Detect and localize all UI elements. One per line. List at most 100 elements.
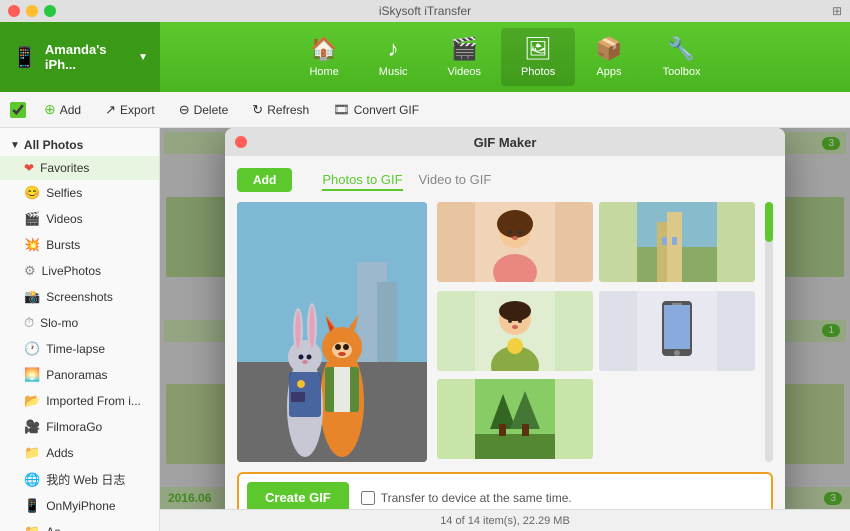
sidebar-item-filmorago[interactable]: 🎥 FilmoraGo xyxy=(0,414,159,440)
title-bar: iSkysoft iTransfer ⊞ xyxy=(0,0,850,22)
nav-music[interactable]: ♪ Music xyxy=(359,28,428,86)
nav-apps-label: Apps xyxy=(596,66,621,78)
filmorago-icon: 🎥 xyxy=(24,419,40,435)
traffic-lights xyxy=(8,5,56,17)
photo-thumb-1[interactable] xyxy=(437,202,593,282)
refresh-icon: ↻ xyxy=(252,102,263,118)
modal-add-button[interactable]: Add xyxy=(237,168,292,192)
content-area: 3 1 xyxy=(160,128,850,531)
modal-body: Add Photos to GIF Video to GIF xyxy=(225,156,785,531)
videos-icon: 🎬 xyxy=(451,36,478,62)
sidebar-item-selfies[interactable]: 😊 Selfies xyxy=(0,180,159,206)
nav-videos-label: Videos xyxy=(448,66,481,78)
screenshots-icon: 📸 xyxy=(24,289,40,305)
scrollbar-thumb xyxy=(765,202,773,242)
sidebar-item-bursts[interactable]: 💥 Bursts xyxy=(0,232,159,258)
nav-items: 🏠 Home ♪ Music 🎬 Videos 🖼 Photos 📦 Apps … xyxy=(160,28,850,86)
web-icon: 🌐 xyxy=(24,472,40,488)
photo-thumbs-grid xyxy=(437,202,755,462)
nav-videos[interactable]: 🎬 Videos xyxy=(428,28,501,86)
sidebar-item-livephotos[interactable]: ⚙ LivePhotos xyxy=(0,258,159,284)
delete-button[interactable]: ⊖ Delete xyxy=(169,99,239,121)
device-name: Amanda's iPh... xyxy=(45,42,130,72)
imported-icon: 📂 xyxy=(24,393,40,409)
sidebar-item-timelapse[interactable]: 🕐 Time-lapse xyxy=(0,336,159,362)
timelapse-icon: 🕐 xyxy=(24,341,40,357)
maximize-button[interactable] xyxy=(44,5,56,17)
toolbox-icon: 🔧 xyxy=(668,36,695,62)
nav-toolbox-label: Toolbox xyxy=(663,66,701,78)
modal-scrollbar[interactable] xyxy=(765,202,773,462)
sidebar: ▼ All Photos ❤ Favorites 😊 Selfies 🎬 Vid… xyxy=(0,128,160,531)
window-icon: ⊞ xyxy=(832,4,842,18)
transfer-checkbox[interactable] xyxy=(361,491,375,505)
add-button[interactable]: ⊕ Add xyxy=(34,98,91,121)
sidebar-item-imported[interactable]: 📂 Imported From i... xyxy=(0,388,159,414)
sidebar-item-slomo[interactable]: ⏱ Slo-mo xyxy=(0,310,159,336)
home-icon: 🏠 xyxy=(310,36,337,62)
heart-icon: ❤ xyxy=(24,161,34,175)
nav-photos[interactable]: 🖼 Photos xyxy=(501,28,575,86)
sidebar-item-adds[interactable]: 📁 Adds xyxy=(0,440,159,466)
status-bar: 14 of 14 item(s), 22.29 MB xyxy=(160,509,850,531)
modal-overlay: GIF Maker Add Photos to GIF Video to GIF xyxy=(160,128,850,531)
sidebar-item-screenshots[interactable]: 📸 Screenshots xyxy=(0,284,159,310)
nav-toolbox[interactable]: 🔧 Toolbox xyxy=(643,28,721,86)
onmyiphone-icon: 📱 xyxy=(24,498,40,514)
selfies-icon: 😊 xyxy=(24,185,40,201)
sidebar-item-web[interactable]: 🌐 我的 Web 日志 xyxy=(0,466,159,493)
device-chevron-icon: ▼ xyxy=(138,52,148,63)
sidebar-item-videos[interactable]: 🎬 Videos xyxy=(0,206,159,232)
photo-thumb-2[interactable] xyxy=(599,202,755,282)
slomo-icon: ⏱ xyxy=(24,315,34,331)
nav-home-label: Home xyxy=(309,66,338,78)
photo-thumb-3[interactable] xyxy=(437,291,593,371)
tab-video-to-gif[interactable]: Video to GIF xyxy=(419,170,492,191)
livephotos-icon: ⚙ xyxy=(24,263,36,279)
photo-thumb-5[interactable] xyxy=(437,379,593,459)
add-icon: ⊕ xyxy=(44,101,56,118)
all-photos-label: All Photos xyxy=(24,138,83,152)
sidebar-item-favorites[interactable]: ❤ Favorites xyxy=(0,156,159,180)
gif-icon: 🎞 xyxy=(333,102,350,118)
nav-photos-label: Photos xyxy=(521,66,555,78)
sidebar-item-panoramas[interactable]: 🌅 Panoramas xyxy=(0,362,159,388)
aa-icon: 📁 xyxy=(24,524,40,531)
close-button[interactable] xyxy=(8,5,20,17)
photo-thumb-4[interactable] xyxy=(599,291,755,371)
tab-photos-to-gif[interactable]: Photos to GIF xyxy=(322,170,402,191)
apps-icon: 📦 xyxy=(595,36,622,62)
select-all-checkbox[interactable] xyxy=(10,102,26,118)
device-icon: 📱 xyxy=(12,45,37,70)
adds-icon: 📁 xyxy=(24,445,40,461)
bursts-icon: 💥 xyxy=(24,237,40,253)
top-nav: 📱 Amanda's iPh... ▼ 🏠 Home ♪ Music 🎬 Vid… xyxy=(0,22,850,92)
toolbar: ⊕ Add ↗ Export ⊖ Delete ↻ Refresh 🎞 Conv… xyxy=(0,92,850,128)
all-photos-header[interactable]: ▼ All Photos xyxy=(0,134,159,156)
sidebar-item-onmyiphone[interactable]: 📱 OnMyiPhone xyxy=(0,493,159,519)
modal-close-button[interactable] xyxy=(235,136,247,148)
device-section[interactable]: 📱 Amanda's iPh... ▼ xyxy=(0,22,160,92)
export-icon: ↗ xyxy=(105,102,116,118)
modal-titlebar: GIF Maker xyxy=(225,128,785,156)
nav-apps[interactable]: 📦 Apps xyxy=(575,28,642,86)
modal-tabs: Photos to GIF Video to GIF xyxy=(322,170,491,191)
refresh-button[interactable]: ↻ Refresh xyxy=(242,99,319,121)
transfer-label: Transfer to device at the same time. xyxy=(381,491,572,505)
convert-gif-button[interactable]: 🎞 Convert GIF xyxy=(323,99,429,121)
gif-maker-modal: GIF Maker Add Photos to GIF Video to GIF xyxy=(225,128,785,531)
photos-icon: 🖼 xyxy=(524,36,552,62)
minimize-button[interactable] xyxy=(26,5,38,17)
modal-toolbar: Add Photos to GIF Video to GIF xyxy=(237,168,773,192)
sidebar-item-aa[interactable]: 📁 Aa xyxy=(0,519,159,531)
music-icon: ♪ xyxy=(388,36,399,62)
app-title: iSkysoft iTransfer xyxy=(379,4,471,18)
collapse-icon: ▼ xyxy=(10,140,20,151)
videos-sidebar-icon: 🎬 xyxy=(24,211,40,227)
status-text: 14 of 14 item(s), 22.29 MB xyxy=(440,515,570,527)
transfer-option: Transfer to device at the same time. xyxy=(361,491,572,505)
panoramas-icon: 🌅 xyxy=(24,367,40,383)
nav-home[interactable]: 🏠 Home xyxy=(289,28,358,86)
nav-music-label: Music xyxy=(379,66,408,78)
export-button[interactable]: ↗ Export xyxy=(95,99,165,121)
